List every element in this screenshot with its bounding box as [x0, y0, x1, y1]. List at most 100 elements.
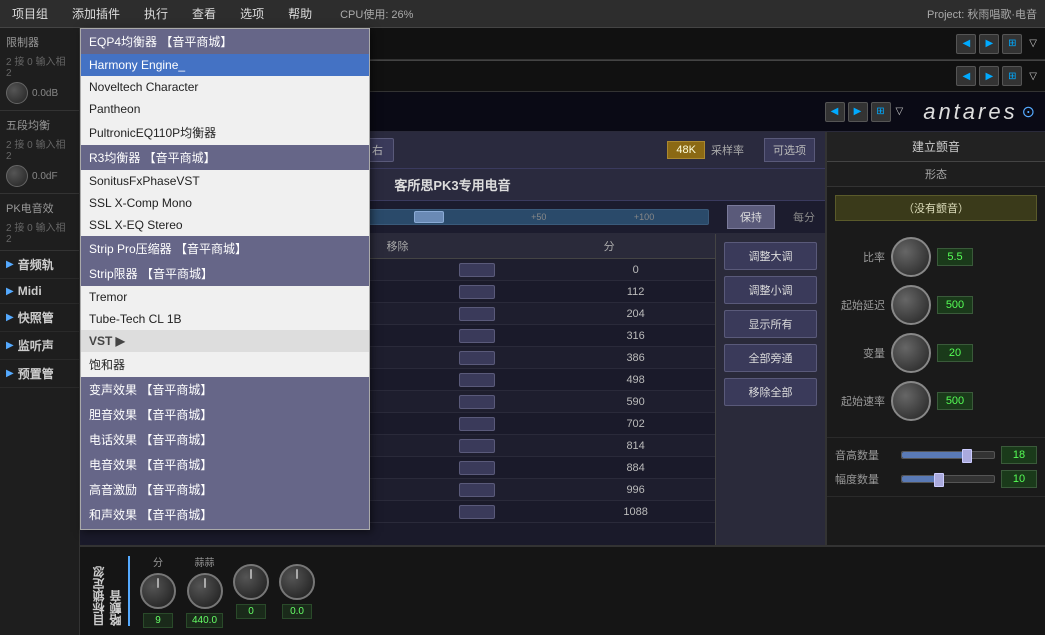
main-layout: 限制器 2 接 0 输入相 2 0.0dB 五段均衡 2 接 0 输入相 2 0… — [0, 28, 1045, 635]
delay-knob[interactable] — [891, 285, 931, 325]
plugin-item-strip-limiter[interactable]: Strip限器 【音平商城】 — [81, 261, 369, 286]
audio-arrow-icon: ▶ — [6, 259, 14, 270]
eq5-label: 五段均衡 — [2, 115, 77, 135]
transport-extra-btn2[interactable]: ▶ — [979, 34, 999, 54]
transport-extra-btn3[interactable]: ⊞ — [1002, 34, 1022, 54]
remove-all-btn[interactable]: 移除全部 — [724, 378, 817, 406]
note-cents-B: 1088 — [556, 506, 715, 518]
pitch-p50: +50 — [531, 212, 546, 222]
plugin-list: EQP4均衡器 【音平商城】 Harmony Engine_ Noveltech… — [81, 29, 369, 529]
plugin-item-harmony[interactable]: Harmony Engine_ — [81, 54, 369, 76]
plugin-item-harmony-effect[interactable]: 和声效果 【音平商城】 — [81, 502, 369, 527]
eq5-value: 0.0dF — [32, 171, 58, 182]
menu-item-help[interactable]: 帮助 — [284, 3, 316, 24]
show-all-btn[interactable]: 显示所有 — [724, 310, 817, 338]
transport-chevron[interactable]: ▽ — [1029, 38, 1037, 49]
antares-btn3[interactable]: ⊞ — [871, 102, 891, 122]
speed-knob[interactable] — [891, 381, 931, 421]
plugin-item-vst[interactable]: VST ▶ — [81, 330, 369, 352]
plugin-item-sonitus[interactable]: SonitusFxPhaseVST — [81, 170, 369, 192]
plugin-item-r3[interactable]: R3均衡器 【音平商城】 — [81, 145, 369, 170]
transport2-btn3[interactable]: ⊞ — [1002, 66, 1022, 86]
note-cents-C: 0 — [556, 264, 715, 276]
plugin-dropdown: EQP4均衡器 【音平商城】 Harmony Engine_ Noveltech… — [80, 28, 370, 530]
plugin-item-ssl-comp[interactable]: SSL X-Comp Mono — [81, 192, 369, 214]
note-cents-A: 884 — [556, 462, 715, 474]
no-vibrato-display[interactable]: （没有颤音） — [835, 195, 1037, 221]
bottom-knob-group-4: 0.0 — [279, 564, 315, 619]
antares-chevron[interactable]: ▽ — [896, 106, 904, 117]
menu-item-options[interactable]: 选项 — [236, 3, 268, 24]
note-cents-Ds: 316 — [556, 330, 715, 342]
plugin-item-ssl-eq[interactable]: SSL X-EQ Stereo — [81, 214, 369, 236]
pitch-count-label: 音高数量 — [835, 447, 895, 463]
transport-extra-btn1[interactable]: ◀ — [956, 34, 976, 54]
sidebar-item-snapshot[interactable]: ▶ 快照管 — [0, 304, 79, 332]
plugin-item-saturator[interactable]: 饱和器 — [81, 352, 369, 377]
preset-nav-label: 预置管 — [18, 365, 54, 382]
note-remove-Ds — [398, 329, 557, 343]
limiter-knob[interactable] — [6, 82, 28, 104]
amp-count-slider[interactable] — [901, 475, 995, 483]
bottom-label-2: 蒜蒜 — [195, 554, 215, 569]
formant-sub-header: 形态 — [827, 162, 1045, 187]
plugin-item-eq4[interactable]: EQP4均衡器 【音平商城】 — [81, 29, 369, 54]
delay-value: 500 — [937, 296, 973, 314]
pitch-count-slider[interactable] — [901, 451, 995, 459]
variation-knob[interactable] — [891, 333, 931, 373]
plugin-item-surround[interactable]: 环绕效果 【音平商城】 — [81, 527, 369, 529]
note-remove-A — [398, 461, 557, 475]
options-btn[interactable]: 可选项 — [764, 138, 815, 162]
variation-label: 变量 — [835, 345, 885, 361]
sidebar-item-preset[interactable]: ▶ 预置管 — [0, 360, 79, 388]
formant-speed-row: 起始速率 500 — [835, 381, 1037, 421]
note-remove-F — [398, 373, 557, 387]
plugin-item-tubetech[interactable]: Tube-Tech CL 1B — [81, 308, 369, 330]
bottom-value-4: 0.0 — [282, 604, 312, 619]
sidebar-item-audio[interactable]: ▶ 音频轨 — [0, 251, 79, 279]
hold-btn[interactable]: 保持 — [727, 205, 775, 229]
bottom-knob-1[interactable] — [140, 573, 176, 609]
plugin-item-high-exciter[interactable]: 高音激励 【音平商城】 — [81, 477, 369, 502]
midi-nav-label: Midi — [18, 284, 42, 298]
plugin-item-voice-change[interactable]: 变声效果 【音平商城】 — [81, 377, 369, 402]
antares-btn1[interactable]: ◀ — [825, 102, 845, 122]
menu-item-view[interactable]: 查看 — [188, 3, 220, 24]
bottom-knob-2[interactable] — [187, 573, 223, 609]
note-remove-C — [398, 263, 557, 277]
sidebar-item-monitor[interactable]: ▶ 监听声 — [0, 332, 79, 360]
plugin-item-tremor[interactable]: Tremor — [81, 286, 369, 308]
plugin-item-tube-tone[interactable]: 胆音效果 【音平商城】 — [81, 402, 369, 427]
transport2-btn2[interactable]: ▶ — [979, 66, 999, 86]
bottom-knob-4[interactable] — [279, 564, 315, 600]
pitch-unit: 每分 — [793, 209, 815, 225]
menu-item-project[interactable]: 项目组 — [8, 3, 52, 24]
adjust-major-btn[interactable]: 调整大调 — [724, 242, 817, 270]
plugin-item-strip-pro[interactable]: Strip Pro压缩器 【音平商城】 — [81, 236, 369, 261]
limiter-knob-area: 0.0dB — [2, 80, 77, 106]
plugin-item-electric-tone[interactable]: 电音效果 【音平商城】 — [81, 452, 369, 477]
bypass-all-btn[interactable]: 全部旁通 — [724, 344, 817, 372]
eq5-knob[interactable] — [6, 165, 28, 187]
bottom-value-1: 9 — [143, 613, 173, 628]
bottom-knob-3[interactable] — [233, 564, 269, 600]
sidebar-item-midi[interactable]: ▶ Midi — [0, 279, 79, 304]
transport2-btn1[interactable]: ◀ — [956, 66, 976, 86]
pk-section: PK电音效 2 接 0 输入相 2 — [0, 194, 79, 251]
plugin-item-pultronic[interactable]: PultronicEQ110P均衡器 — [81, 120, 369, 145]
eq5-knob-area: 0.0dF — [2, 163, 77, 189]
pitch-count-value: 18 — [1001, 446, 1037, 464]
rate-knob[interactable] — [891, 237, 931, 277]
antares-btn2[interactable]: ▶ — [848, 102, 868, 122]
plugin-item-noveltech[interactable]: Noveltech Character — [81, 76, 369, 98]
adjust-minor-btn[interactable]: 调整小调 — [724, 276, 817, 304]
sample-rate-display: 48K — [667, 141, 705, 159]
note-cents-Cs: 112 — [556, 286, 715, 298]
transport2-chevron[interactable]: ▽ — [1029, 71, 1037, 82]
eq5-section: 五段均衡 2 接 0 输入相 2 0.0dF — [0, 111, 79, 194]
menu-item-plugins[interactable]: 添加插件 — [68, 3, 124, 24]
limiter-subtitle: 2 接 0 输入相 2 — [2, 52, 77, 80]
plugin-item-pantheon[interactable]: Pantheon — [81, 98, 369, 120]
menu-item-execute[interactable]: 执行 — [140, 3, 172, 24]
plugin-item-phone-effect[interactable]: 电话效果 【音平商城】 — [81, 427, 369, 452]
